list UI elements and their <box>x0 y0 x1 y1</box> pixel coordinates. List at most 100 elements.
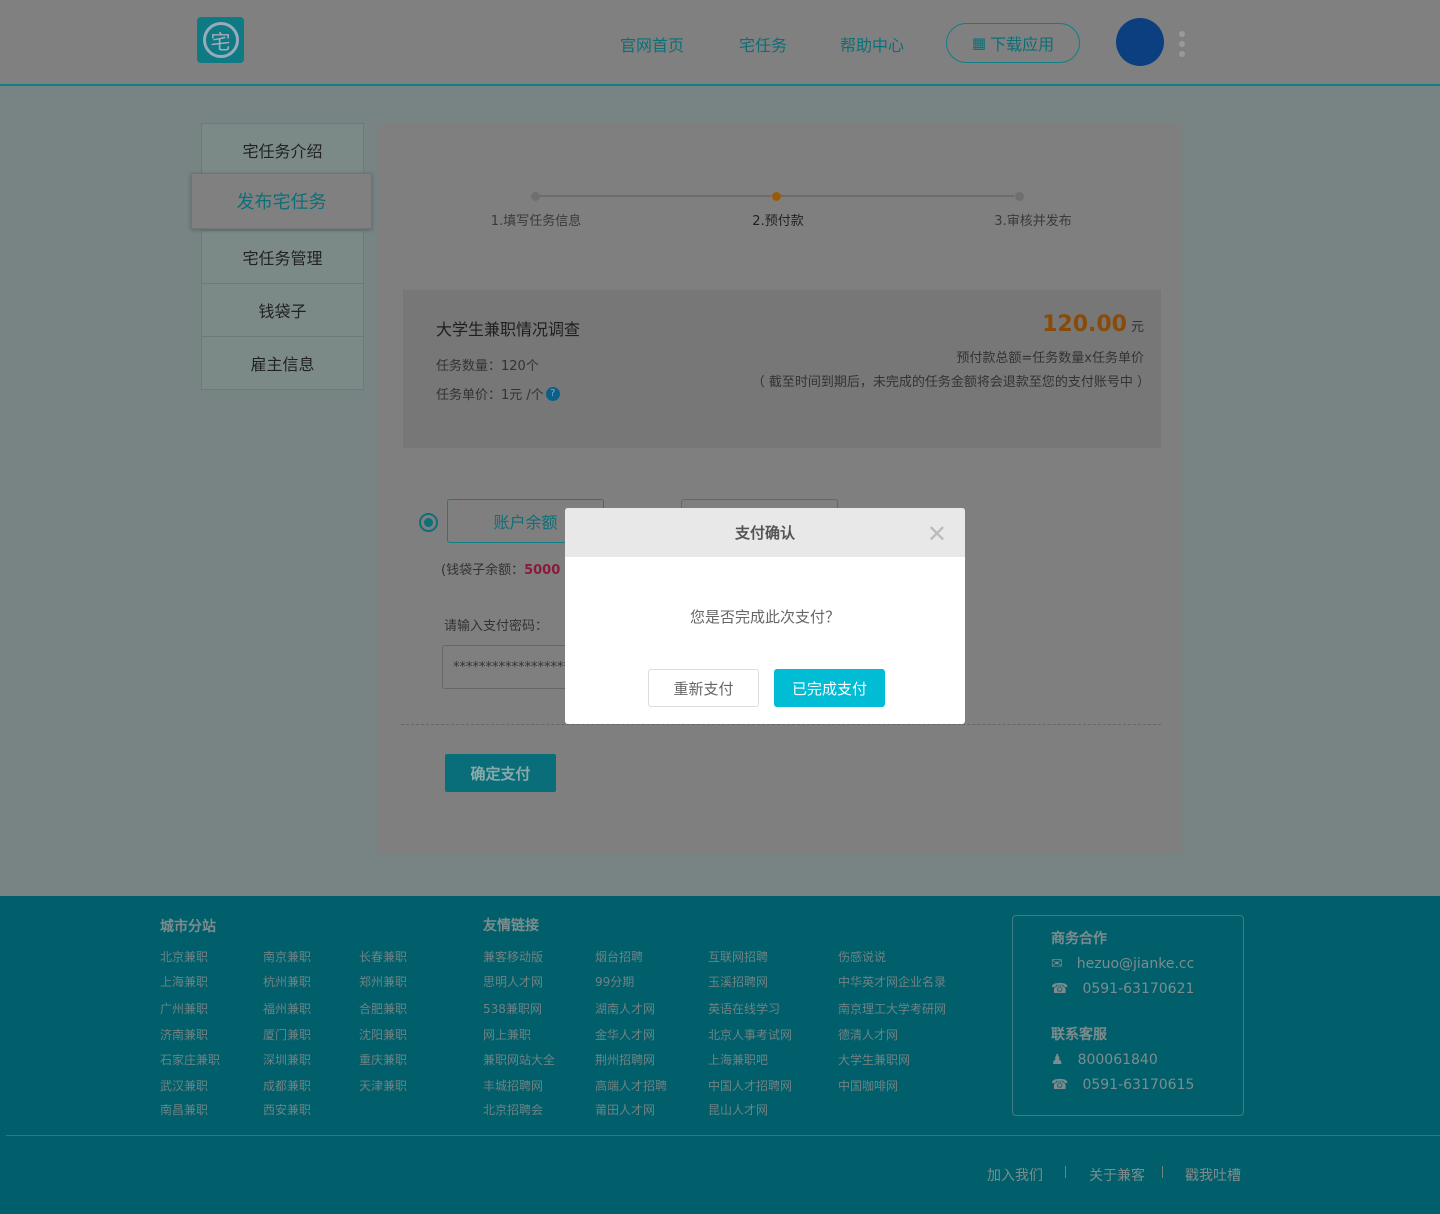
more-menu-icon[interactable] <box>1179 51 1185 57</box>
friend-link[interactable]: 玉溪招聘网 <box>708 973 768 990</box>
logo[interactable]: 宅 <box>197 17 244 63</box>
friend-link[interactable]: 荆州招聘网 <box>595 1051 655 1068</box>
sidebar-item-employer[interactable]: 雇主信息 <box>201 336 364 390</box>
step-label: 1.填写任务信息 <box>490 214 582 229</box>
friend-link[interactable]: 中国咖啡网 <box>838 1077 898 1094</box>
sidebar-item-wallet[interactable]: 钱袋子 <box>201 283 364 337</box>
friend-link[interactable]: 南京理工大学考研网 <box>838 1000 946 1017</box>
friend-link[interactable]: 德清人才网 <box>838 1026 898 1043</box>
step-label-current: 2.预付款 <box>752 214 804 229</box>
prepay-amount: 120.00 元 <box>1042 312 1144 337</box>
join-us-link[interactable]: 加入我们 <box>987 1165 1043 1185</box>
about-link[interactable]: 关于兼客 <box>1089 1165 1145 1185</box>
prepay-formula: 预付款总额=任务数量x任务单价 <box>956 351 1144 366</box>
step-dot <box>531 192 540 201</box>
friend-link[interactable]: 金华人才网 <box>595 1026 655 1043</box>
friend-link[interactable]: 伤感说说 <box>838 948 886 965</box>
sidebar-item-intro[interactable]: 宅任务介绍 <box>201 123 364 177</box>
city-link[interactable]: 福州兼职 <box>263 1000 311 1017</box>
balance-radio[interactable] <box>419 513 438 532</box>
city-link[interactable]: 石家庄兼职 <box>160 1051 220 1068</box>
friend-link[interactable]: 99分期 <box>595 973 634 990</box>
city-link[interactable]: 郑州兼职 <box>359 973 407 990</box>
friend-link[interactable]: 中国人才招聘网 <box>708 1077 792 1094</box>
service-phone: 0591-63170615 <box>1082 1077 1195 1093</box>
friend-link[interactable]: 丰城招聘网 <box>483 1077 543 1094</box>
friend-link[interactable]: 昆山人才网 <box>708 1101 768 1118</box>
business-title: 商务合作 <box>1051 931 1107 947</box>
task-title: 大学生兼职情况调查 <box>436 320 581 339</box>
city-link[interactable]: 济南兼职 <box>160 1026 208 1043</box>
city-link[interactable]: 合肥兼职 <box>359 1000 407 1017</box>
avatar[interactable] <box>1116 18 1164 66</box>
wallet-label: (钱袋子余额： <box>441 563 525 578</box>
friend-link[interactable]: 上海兼职吧 <box>708 1051 768 1068</box>
friend-link[interactable]: 网上兼职 <box>483 1026 531 1043</box>
amount-unit: 元 <box>1130 320 1144 335</box>
nav-tasks[interactable]: 宅任务 <box>739 32 787 56</box>
wallet-amount: 5000 <box>524 563 561 578</box>
friend-link[interactable]: 538兼职网 <box>483 1000 542 1017</box>
city-link[interactable]: 南京兼职 <box>263 948 311 965</box>
city-link[interactable]: 南昌兼职 <box>160 1101 208 1118</box>
help-icon[interactable]: ? <box>545 386 560 401</box>
city-link[interactable]: 杭州兼职 <box>263 973 311 990</box>
payment-done-button[interactable]: 已完成支付 <box>774 669 885 707</box>
city-title: 城市分站 <box>160 919 216 935</box>
task-price: 任务单价：1元 /个 <box>436 388 544 403</box>
links-title: 友情链接 <box>483 918 539 934</box>
step-dot-current <box>772 192 781 201</box>
close-icon[interactable]: ✕ <box>927 520 947 548</box>
retry-payment-button[interactable]: 重新支付 <box>648 669 759 707</box>
separator <box>1065 1166 1066 1178</box>
more-menu-icon[interactable] <box>1179 31 1185 37</box>
city-link[interactable]: 厦门兼职 <box>263 1026 311 1043</box>
friend-link[interactable]: 大学生兼职网 <box>838 1051 910 1068</box>
refund-note: （ 截至时间到期后，未完成的任务金额将会退款至您的支付账号中 ） <box>751 375 1150 390</box>
city-link[interactable]: 武汉兼职 <box>160 1077 208 1094</box>
phone-icon: ☎ <box>1051 981 1069 997</box>
step-connector <box>540 195 771 197</box>
friend-link[interactable]: 中华英才网企业名录 <box>838 973 946 990</box>
friend-link[interactable]: 兼职网站大全 <box>483 1051 555 1068</box>
city-link[interactable]: 成都兼职 <box>263 1077 311 1094</box>
city-link[interactable]: 西安兼职 <box>263 1101 311 1118</box>
download-app-button[interactable]: ▦ 下载应用 <box>946 23 1080 63</box>
wallet-balance: (钱袋子余额：5000 <box>441 559 560 578</box>
friend-link[interactable]: 湖南人才网 <box>595 1000 655 1017</box>
city-link[interactable]: 沈阳兼职 <box>359 1026 407 1043</box>
friend-link[interactable]: 北京招聘会 <box>483 1101 543 1118</box>
more-menu-icon[interactable] <box>1179 41 1185 47</box>
city-link[interactable]: 上海兼职 <box>160 973 208 990</box>
city-link[interactable]: 天津兼职 <box>359 1077 407 1094</box>
friend-link[interactable]: 莆田人才网 <box>595 1101 655 1118</box>
confirm-pay-button[interactable]: 确定支付 <box>445 754 556 792</box>
feedback-link[interactable]: 戳我吐槽 <box>1185 1165 1241 1185</box>
friend-link[interactable]: 互联网招聘 <box>708 948 768 965</box>
city-link[interactable]: 深圳兼职 <box>263 1051 311 1068</box>
friend-link[interactable]: 北京人事考试网 <box>708 1026 792 1043</box>
sidebar-item-publish[interactable]: 发布宅任务 <box>191 173 372 229</box>
step-dot <box>1015 192 1024 201</box>
friend-link[interactable]: 高端人才招聘 <box>595 1077 667 1094</box>
nav-home[interactable]: 官网首页 <box>620 32 684 56</box>
dialog-message: 您是否完成此次支付？ <box>689 608 840 626</box>
city-link[interactable]: 重庆兼职 <box>359 1051 407 1068</box>
nav-help[interactable]: 帮助中心 <box>840 32 904 56</box>
friend-link[interactable]: 烟台招聘 <box>595 948 643 965</box>
city-link[interactable]: 北京兼职 <box>160 948 208 965</box>
phone-icon: ☎ <box>1051 1077 1069 1093</box>
city-link[interactable]: 长春兼职 <box>359 948 407 965</box>
city-link[interactable]: 广州兼职 <box>160 1000 208 1017</box>
password-label: 请输入支付密码： <box>444 619 549 634</box>
payment-confirm-dialog: 支付确认 ✕ 您是否完成此次支付？ 重新支付 已完成支付 <box>565 508 965 724</box>
friend-link[interactable]: 思明人才网 <box>483 973 543 990</box>
sidebar-item-manage[interactable]: 宅任务管理 <box>201 230 364 284</box>
business-email[interactable]: hezuo@jianke.cc <box>1077 956 1195 972</box>
task-count: 任务数量：120个 <box>436 359 539 374</box>
friend-link[interactable]: 英语在线学习 <box>708 1000 780 1017</box>
friend-link[interactable]: 兼客移动版 <box>483 948 543 965</box>
qr-code-icon: ▦ <box>971 34 987 52</box>
qq-icon: ♟ <box>1051 1052 1064 1068</box>
service-title: 联系客服 <box>1051 1027 1107 1043</box>
